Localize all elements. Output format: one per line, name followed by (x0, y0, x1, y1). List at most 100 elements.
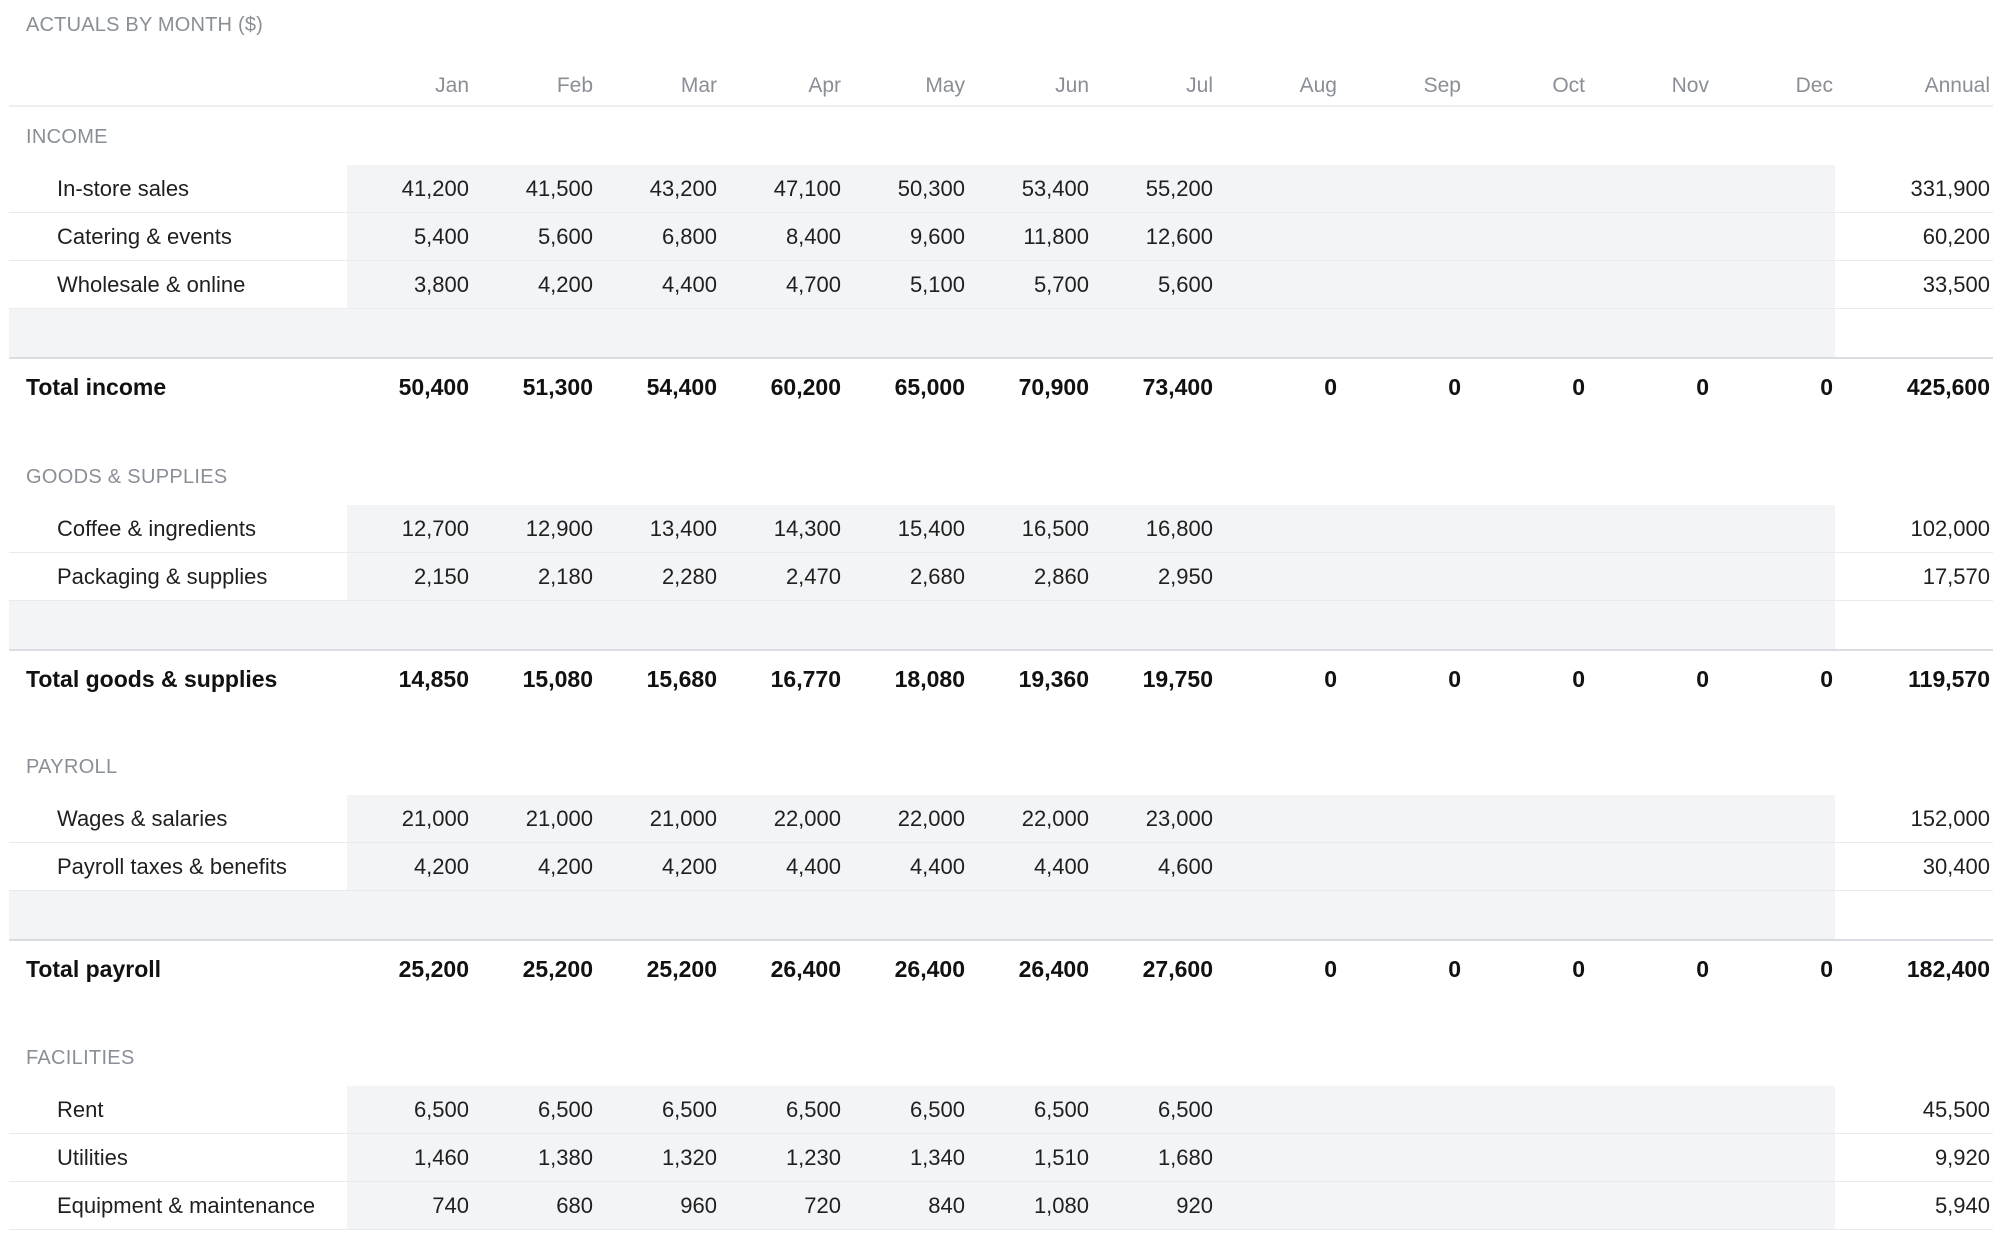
cell-jun[interactable]: 6,500 (979, 1086, 1089, 1134)
cell-jan[interactable]: 12,700 (359, 505, 469, 553)
cell-oct[interactable] (1475, 261, 1585, 309)
cell-apr[interactable]: 720 (731, 1182, 841, 1230)
cell-jun[interactable]: 1,080 (979, 1182, 1089, 1230)
cell-may[interactable]: 9,600 (855, 213, 965, 261)
cell-mar[interactable]: 4,200 (607, 843, 717, 891)
cell-may[interactable]: 22,000 (855, 795, 965, 843)
cell-mar[interactable]: 2,280 (607, 553, 717, 601)
cell-nov[interactable] (1599, 1134, 1709, 1182)
cell-aug[interactable] (1227, 261, 1337, 309)
cell-jun[interactable]: 53,400 (979, 165, 1089, 213)
cell-oct[interactable] (1475, 1086, 1585, 1134)
cell-jan[interactable]: 2,150 (359, 553, 469, 601)
cell-jul[interactable]: 920 (1103, 1182, 1213, 1230)
cell-jan[interactable]: 5,400 (359, 213, 469, 261)
cell-feb[interactable]: 21,000 (483, 795, 593, 843)
cell-feb[interactable]: 4,200 (483, 261, 593, 309)
cell-jul[interactable]: 12,600 (1103, 213, 1213, 261)
cell-dec[interactable] (1723, 553, 1833, 601)
cell-nov[interactable] (1599, 505, 1709, 553)
cell-mar[interactable]: 960 (607, 1182, 717, 1230)
cell-may[interactable]: 2,680 (855, 553, 965, 601)
cell-jun[interactable]: 2,860 (979, 553, 1089, 601)
cell-dec[interactable] (1723, 165, 1833, 213)
cell-apr[interactable]: 22,000 (731, 795, 841, 843)
cell-jan[interactable]: 6,500 (359, 1086, 469, 1134)
cell-apr[interactable]: 6,500 (731, 1086, 841, 1134)
cell-apr[interactable]: 4,400 (731, 843, 841, 891)
cell-jan[interactable]: 41,200 (359, 165, 469, 213)
cell-oct[interactable] (1475, 165, 1585, 213)
cell-apr[interactable]: 47,100 (731, 165, 841, 213)
cell-aug[interactable] (1227, 843, 1337, 891)
cell-oct[interactable] (1475, 843, 1585, 891)
cell-dec[interactable] (1723, 795, 1833, 843)
cell-dec[interactable] (1723, 843, 1833, 891)
cell-dec[interactable] (1723, 1134, 1833, 1182)
cell-dec[interactable] (1723, 1086, 1833, 1134)
cell-jul[interactable]: 55,200 (1103, 165, 1213, 213)
cell-dec[interactable] (1723, 505, 1833, 553)
cell-jan[interactable]: 21,000 (359, 795, 469, 843)
cell-jun[interactable]: 5,700 (979, 261, 1089, 309)
cell-jul[interactable]: 16,800 (1103, 505, 1213, 553)
cell-aug[interactable] (1227, 165, 1337, 213)
cell-may[interactable]: 15,400 (855, 505, 965, 553)
cell-jun[interactable]: 22,000 (979, 795, 1089, 843)
cell-nov[interactable] (1599, 213, 1709, 261)
cell-sep[interactable] (1351, 1182, 1461, 1230)
cell-apr[interactable]: 14,300 (731, 505, 841, 553)
cell-aug[interactable] (1227, 1182, 1337, 1230)
cell-jul[interactable]: 4,600 (1103, 843, 1213, 891)
cell-may[interactable]: 840 (855, 1182, 965, 1230)
cell-feb[interactable]: 2,180 (483, 553, 593, 601)
cell-nov[interactable] (1599, 795, 1709, 843)
cell-jul[interactable]: 2,950 (1103, 553, 1213, 601)
cell-mar[interactable]: 21,000 (607, 795, 717, 843)
cell-jun[interactable]: 1,510 (979, 1134, 1089, 1182)
cell-aug[interactable] (1227, 213, 1337, 261)
cell-jun[interactable]: 11,800 (979, 213, 1089, 261)
cell-apr[interactable]: 4,700 (731, 261, 841, 309)
cell-jul[interactable]: 23,000 (1103, 795, 1213, 843)
cell-jan[interactable]: 1,460 (359, 1134, 469, 1182)
cell-mar[interactable]: 4,400 (607, 261, 717, 309)
cell-sep[interactable] (1351, 505, 1461, 553)
cell-feb[interactable]: 680 (483, 1182, 593, 1230)
cell-aug[interactable] (1227, 1086, 1337, 1134)
cell-nov[interactable] (1599, 165, 1709, 213)
cell-nov[interactable] (1599, 843, 1709, 891)
cell-may[interactable]: 6,500 (855, 1086, 965, 1134)
cell-jun[interactable]: 4,400 (979, 843, 1089, 891)
cell-mar[interactable]: 6,500 (607, 1086, 717, 1134)
cell-nov[interactable] (1599, 1182, 1709, 1230)
cell-apr[interactable]: 1,230 (731, 1134, 841, 1182)
cell-jan[interactable]: 740 (359, 1182, 469, 1230)
cell-may[interactable]: 5,100 (855, 261, 965, 309)
cell-feb[interactable]: 6,500 (483, 1086, 593, 1134)
cell-apr[interactable]: 2,470 (731, 553, 841, 601)
cell-jun[interactable]: 16,500 (979, 505, 1089, 553)
cell-feb[interactable]: 4,200 (483, 843, 593, 891)
cell-sep[interactable] (1351, 795, 1461, 843)
cell-dec[interactable] (1723, 1182, 1833, 1230)
cell-feb[interactable]: 5,600 (483, 213, 593, 261)
cell-feb[interactable]: 12,900 (483, 505, 593, 553)
cell-may[interactable]: 50,300 (855, 165, 965, 213)
cell-nov[interactable] (1599, 553, 1709, 601)
cell-sep[interactable] (1351, 1134, 1461, 1182)
cell-feb[interactable]: 1,380 (483, 1134, 593, 1182)
cell-mar[interactable]: 6,800 (607, 213, 717, 261)
cell-sep[interactable] (1351, 213, 1461, 261)
cell-sep[interactable] (1351, 843, 1461, 891)
cell-sep[interactable] (1351, 553, 1461, 601)
cell-may[interactable]: 1,340 (855, 1134, 965, 1182)
cell-oct[interactable] (1475, 505, 1585, 553)
cell-aug[interactable] (1227, 795, 1337, 843)
cell-aug[interactable] (1227, 505, 1337, 553)
cell-dec[interactable] (1723, 213, 1833, 261)
cell-nov[interactable] (1599, 261, 1709, 309)
cell-jul[interactable]: 6,500 (1103, 1086, 1213, 1134)
cell-feb[interactable]: 41,500 (483, 165, 593, 213)
cell-aug[interactable] (1227, 1134, 1337, 1182)
